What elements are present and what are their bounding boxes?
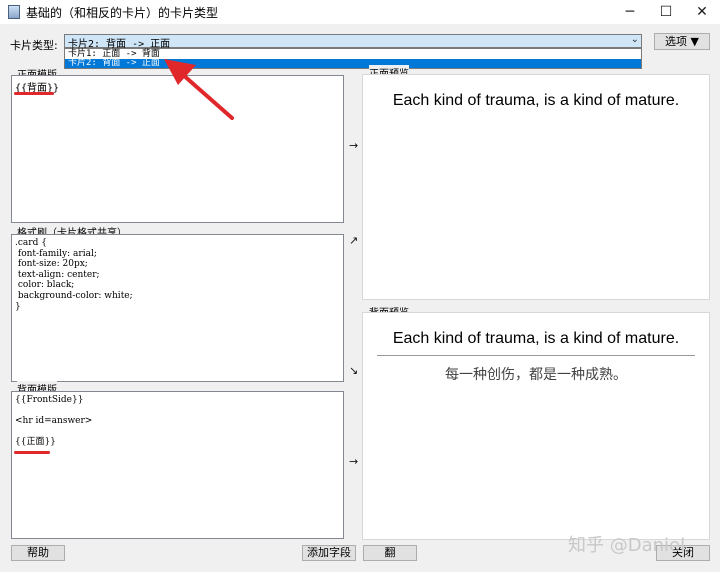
help-button[interactable]: 帮助 — [11, 545, 65, 561]
back-preview-answer: 每一种创伤，都是一种成熟。 — [445, 367, 627, 383]
front-preview: Each kind of trauma, is a kind of mature… — [362, 74, 710, 300]
annotation-underline — [14, 451, 50, 454]
minimize-button[interactable]: ─ — [612, 0, 648, 24]
back-preview-question: Each kind of trauma, is a kind of mature… — [392, 330, 680, 347]
card-type-select[interactable]: 卡片2: 背面 -> 正面 ⌄ — [64, 34, 642, 50]
maximize-button[interactable]: ☐ — [648, 0, 684, 24]
front-arrow-icon: → — [349, 139, 359, 152]
back-arrow-icon: → — [349, 455, 359, 468]
options-button[interactable]: 选项 ▼ — [654, 33, 710, 50]
app-icon — [8, 5, 20, 19]
back-template-editor[interactable]: {{FrontSide}} <hr id=answer> {{正面}} — [11, 391, 344, 539]
flip-button[interactable]: 翻 — [363, 545, 417, 561]
window-title: 基础的（和相反的卡片）的卡片类型 — [26, 6, 219, 20]
card-type-label: 卡片类型: — [10, 39, 58, 52]
answer-divider — [377, 355, 695, 356]
css-editor[interactable]: .card { font-family: arial; font-size: 2… — [11, 234, 344, 382]
close-window-button[interactable]: ✕ — [684, 0, 720, 24]
annotation-arrow-shaft — [180, 72, 234, 120]
add-field-button[interactable]: 添加字段 — [302, 545, 356, 561]
annotation-arrow — [164, 59, 234, 120]
css-arrow-up-icon: ↗ — [349, 234, 359, 247]
annotation-underline — [14, 92, 54, 95]
front-preview-text: Each kind of trauma, is a kind of mature… — [392, 92, 680, 109]
back-template-code: {{FrontSide}} <hr id=answer> {{正面}} — [15, 395, 93, 448]
chevron-down-icon: ⌄ — [630, 34, 639, 45]
watermark: 知乎 @Daniel — [568, 535, 686, 556]
back-preview: Each kind of trauma, is a kind of mature… — [362, 312, 710, 540]
css-arrow-down-icon: ↘ — [349, 364, 359, 377]
title-bar: 基础的（和相反的卡片）的卡片类型 ─ ☐ ✕ — [0, 0, 720, 24]
css-code: .card { font-family: arial; font-size: 2… — [15, 238, 133, 312]
